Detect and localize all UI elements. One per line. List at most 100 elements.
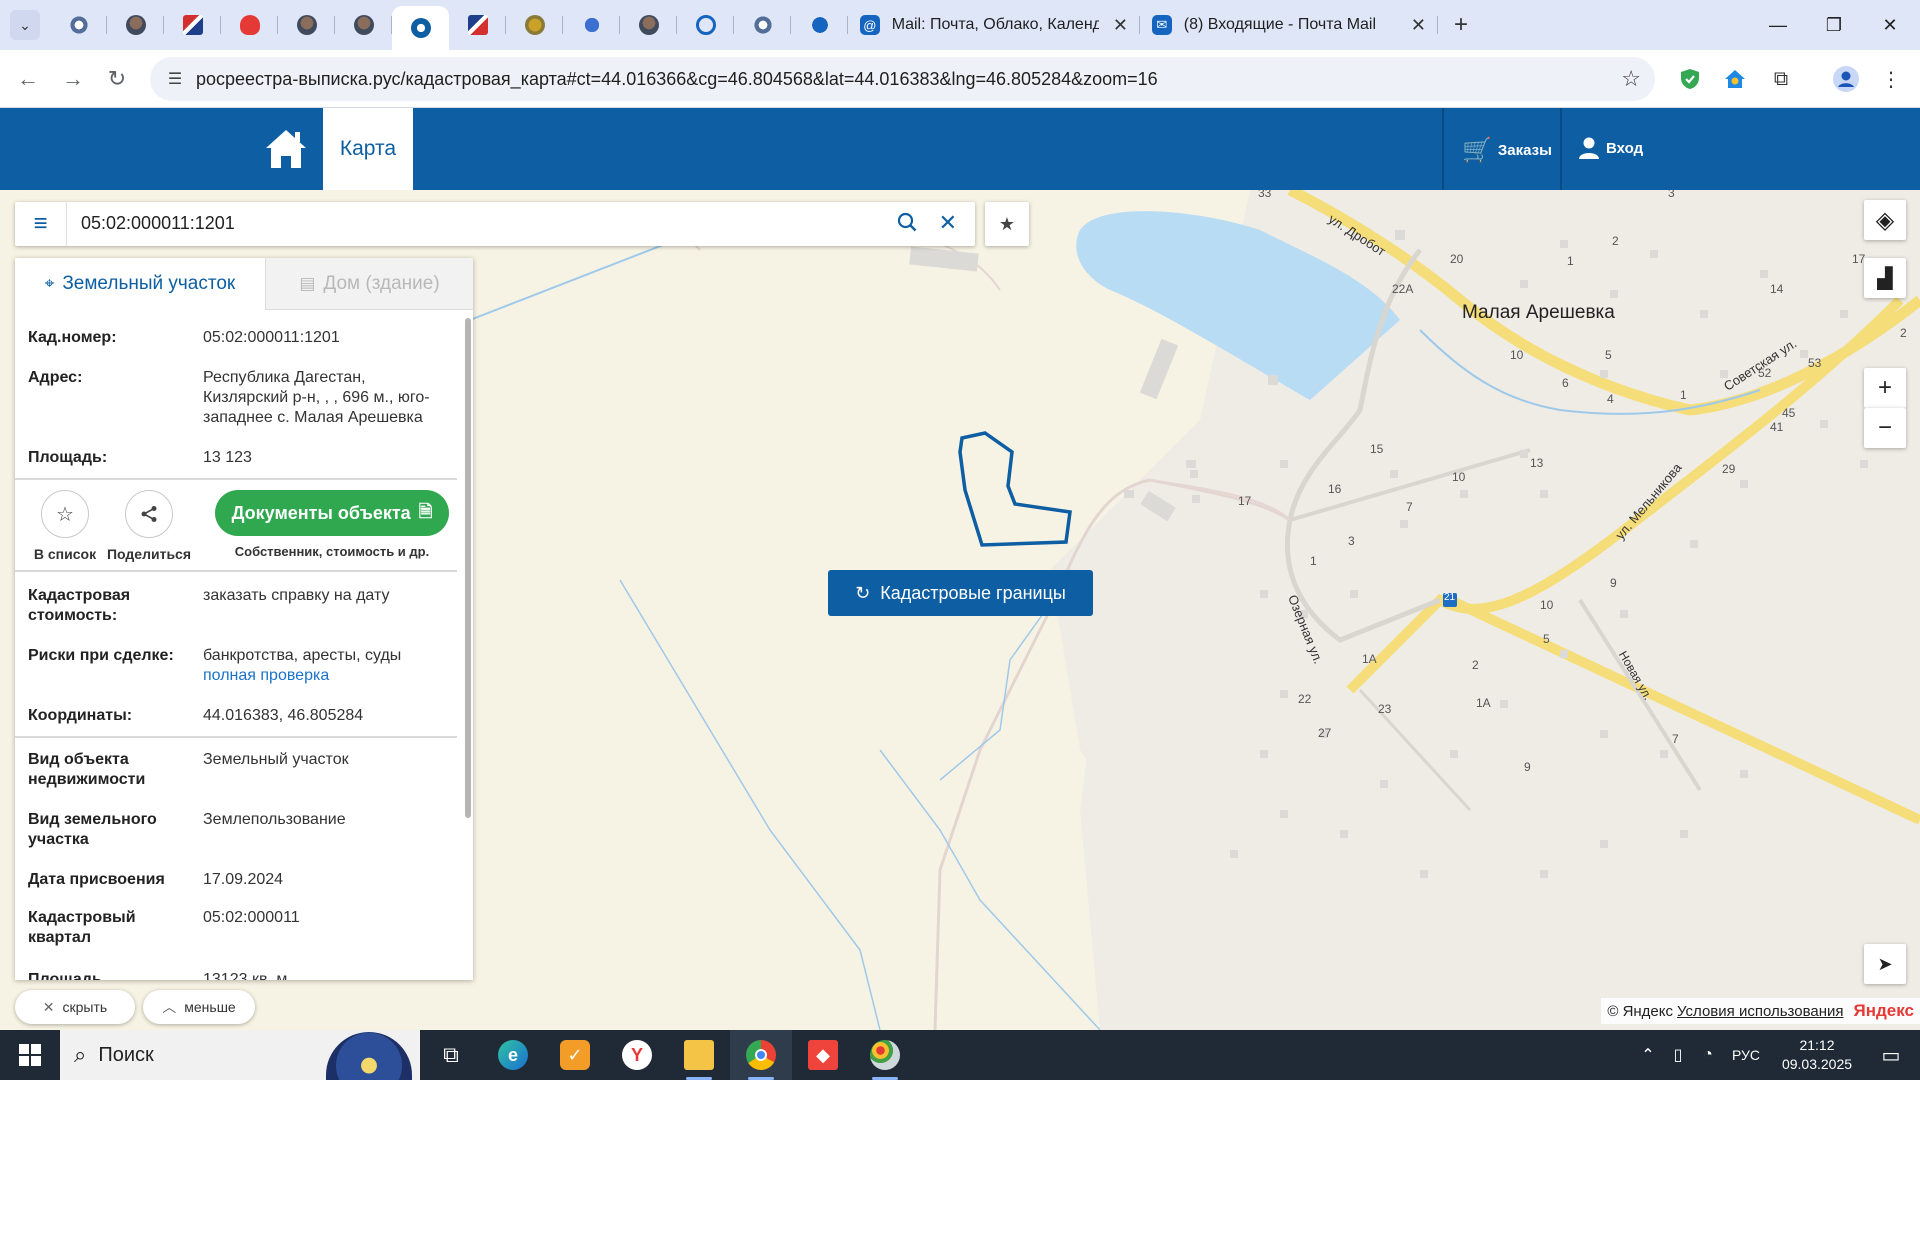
globe-favicon-icon	[809, 15, 830, 35]
taskbar-search[interactable]: ⌕ Поиск	[60, 1030, 420, 1080]
restore-button[interactable]: ❐	[1806, 0, 1862, 50]
tray-language[interactable]: РУС	[1726, 1030, 1766, 1080]
terms-link[interactable]: Условия использования	[1677, 1003, 1844, 1020]
pinned-tab-10[interactable]	[563, 0, 620, 50]
house-number: 9	[1610, 576, 1617, 590]
bookmark-star-icon[interactable]: ☆	[1621, 66, 1641, 92]
cadastral-borders-button[interactable]: ↻ Кадастровые границы	[828, 570, 1093, 616]
layers-button[interactable]: ◈	[1864, 200, 1906, 240]
yandex-app[interactable]: Y	[606, 1030, 668, 1080]
shield-extension-icon[interactable]	[1677, 66, 1703, 92]
rosreestr-favicon-icon	[68, 15, 89, 35]
pinned-tab-4[interactable]	[221, 0, 278, 50]
pinned-tab-9[interactable]	[506, 0, 563, 50]
tab-land-plot[interactable]: ⌖ Земельный участок	[15, 258, 265, 310]
map-view[interactable]: Малая Арешевка ул. Дробот Советская ул. …	[0, 190, 1920, 1030]
panel-scrollbar[interactable]	[465, 318, 471, 818]
kebab-menu-icon[interactable]: ⋮	[1878, 66, 1904, 92]
minimize-button[interactable]: —	[1750, 0, 1806, 50]
collapse-panel-button[interactable]: ︿ меньше	[143, 990, 255, 1024]
puzzle-extensions-icon[interactable]: ⧉	[1768, 66, 1794, 92]
back-button[interactable]: ←	[13, 64, 43, 94]
tab-map[interactable]: Карта	[323, 108, 413, 190]
tray-network-icon[interactable]: ◔	[1696, 1030, 1720, 1080]
favorites-button[interactable]: ★	[985, 202, 1029, 246]
house-number: 14	[1770, 282, 1784, 296]
yandex-logo[interactable]: Яндекс	[1854, 1001, 1914, 1021]
url-text[interactable]: росреестра-выписка.рус/кадастровая_карта…	[196, 69, 1158, 90]
screen: ⌄ @ Mail: Почта, Облако, Календар ✕ ✉ (8…	[0, 0, 1920, 1240]
taskbar-clock[interactable]: 21:12 09.03.2025	[1772, 1036, 1862, 1074]
zoom-in-button[interactable]: +	[1864, 368, 1906, 408]
omnibox[interactable]: ☰ росреестра-выписка.рус/кадастровая_кар…	[150, 57, 1655, 101]
cadastral-search-input[interactable]	[81, 213, 861, 234]
address-value: Республика Дагестан, Кизлярский р-н, , ,…	[203, 369, 430, 426]
zoom-out-button[interactable]: −	[1864, 408, 1906, 448]
ruler-button[interactable]: ▟	[1864, 258, 1906, 298]
pinned-tab-11[interactable]	[620, 0, 677, 50]
tab-search-button[interactable]: ⌄	[0, 0, 50, 50]
login-button[interactable]: Вход	[1578, 136, 1643, 160]
house-number: 1	[1310, 554, 1317, 568]
explorer-app[interactable]	[668, 1030, 730, 1080]
pinned-tab-13[interactable]	[734, 0, 791, 50]
home-button[interactable]	[262, 126, 310, 172]
orders-button[interactable]: 🛒 Заказы	[1462, 136, 1552, 165]
search-icon[interactable]	[897, 212, 917, 238]
start-button[interactable]	[0, 1030, 60, 1080]
user-icon	[1579, 137, 1599, 159]
land-type-value: Землепользование	[203, 811, 346, 828]
forward-button[interactable]: →	[58, 64, 88, 94]
edge-app[interactable]: e	[482, 1030, 544, 1080]
close-icon[interactable]: ✕	[1113, 15, 1128, 36]
pinned-tab-6[interactable]	[335, 0, 392, 50]
tasks-app[interactable]: ✓	[544, 1030, 606, 1080]
risks-value: банкротства, аресты, суды полная проверка	[203, 646, 443, 686]
geolocation-button[interactable]: ➤	[1864, 944, 1906, 984]
profile-avatar-icon[interactable]	[1833, 66, 1859, 92]
pinned-tab-5[interactable]	[278, 0, 335, 50]
reload-button[interactable]: ↻	[102, 64, 132, 94]
object-type-value: Земельный участок	[203, 751, 349, 768]
tab-mail-2[interactable]: ✉ (8) Входящие - Почта Mail ✕	[1140, 0, 1438, 50]
map-attribution: © Яндекс Условия использования Яндекс	[1601, 998, 1920, 1024]
chrome-app[interactable]	[730, 1030, 792, 1080]
tray-overflow-button[interactable]: ⌃	[1636, 1030, 1660, 1080]
hamburger-menu-button[interactable]: ≡	[15, 202, 67, 246]
pinned-tab-2[interactable]	[107, 0, 164, 50]
add-to-list-button[interactable]: ☆	[41, 490, 89, 538]
chevron-down-icon: ⌄	[10, 10, 40, 40]
divider	[15, 570, 457, 572]
close-window-button[interactable]: ✕	[1862, 0, 1918, 50]
share-button[interactable]	[125, 490, 173, 538]
tab-house[interactable]: ▤ Дом (здание)	[265, 258, 473, 310]
task-view-button[interactable]: ⧉	[420, 1030, 482, 1080]
clear-icon[interactable]: ✕	[939, 210, 957, 236]
map-pin-icon: ⌖	[44, 274, 55, 293]
site-info-icon[interactable]: ☰	[164, 68, 186, 90]
anydesk-app[interactable]: ◆	[792, 1030, 854, 1080]
order-certificate-link[interactable]: заказать справку на дату	[203, 586, 443, 606]
pinned-tab-12[interactable]	[677, 0, 734, 50]
land-type-label: Вид земельного участка	[28, 811, 157, 848]
panel-body[interactable]: Кад.номер: 05:02:000011:1201 Адрес: Респ…	[15, 310, 457, 980]
tab-mail-1[interactable]: @ Mail: Почта, Облако, Календар ✕	[848, 0, 1140, 50]
house-extension-icon[interactable]	[1722, 66, 1748, 92]
pinned-tab-active[interactable]	[392, 6, 449, 50]
cad-number-link[interactable]: 05:02:000011:1201	[203, 328, 443, 348]
pinned-tab-3[interactable]	[164, 0, 221, 50]
pinned-tab-1[interactable]	[50, 0, 107, 50]
full-check-link[interactable]: полная проверка	[203, 667, 329, 684]
tray-device-icon[interactable]: ▯	[1666, 1030, 1690, 1080]
pinned-tab-8[interactable]	[449, 0, 506, 50]
hide-panel-button[interactable]: ✕ скрыть	[15, 990, 135, 1024]
pinned-tab-14[interactable]	[791, 0, 848, 50]
paint-app[interactable]	[854, 1030, 916, 1080]
notifications-button[interactable]: ▭	[1866, 1030, 1916, 1080]
clarified-area-value: 13123 кв. м.	[203, 971, 292, 980]
yandex-browser-icon: Y	[622, 1040, 652, 1070]
minimize-icon: —	[1769, 14, 1787, 35]
new-tab-button[interactable]: +	[1438, 0, 1484, 50]
close-icon[interactable]: ✕	[1411, 15, 1426, 36]
object-documents-button[interactable]: Документы объекта 🗎	[215, 490, 449, 536]
